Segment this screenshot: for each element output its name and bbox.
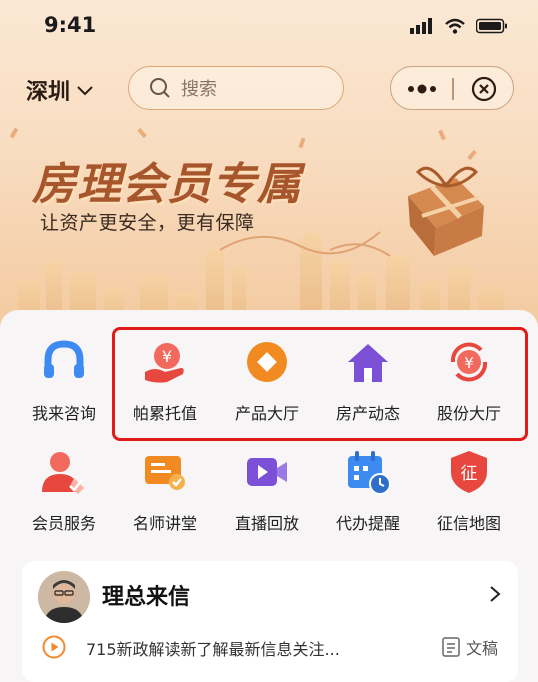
hero-banner: 9:41 深圳 搜索 房理会员专属 让资产更安全，更有保障	[0, 0, 538, 340]
menu-item-credit-map[interactable]: 征 征信地图	[419, 448, 519, 534]
menu-item-label: 征信地图	[436, 514, 501, 533]
svg-text:¥: ¥	[162, 347, 172, 366]
chevron-right-icon[interactable]	[488, 585, 502, 603]
news-row[interactable]: 715新政解读新了解最新信息关注... 文稿	[36, 633, 506, 661]
banner-title: 房理会员专属	[32, 159, 302, 210]
search-icon	[150, 78, 170, 98]
chevron-down-icon	[77, 86, 93, 96]
close-miniapp-icon[interactable]	[471, 76, 497, 102]
more-options-icon[interactable]	[405, 79, 445, 99]
status-time: 9:41	[44, 13, 97, 37]
menu-item-label: 会员服务	[31, 514, 96, 533]
wifi-icon	[445, 18, 465, 34]
letter-card[interactable]: 理总来信 715新政解读新了解最新信息关注... 文稿	[22, 561, 518, 682]
search-placeholder: 搜索	[181, 79, 217, 100]
menu-item-label: 名师讲堂	[132, 514, 197, 533]
battery-icon	[476, 18, 507, 34]
headset-icon	[44, 340, 84, 378]
svg-text:征: 征	[461, 464, 478, 484]
banner-subtitle: 让资产更安全，更有保障	[40, 212, 255, 234]
menu-item-label: 帕累托值	[132, 404, 197, 423]
letter-title: 理总来信	[102, 585, 191, 610]
menu-item-consult[interactable]: 我来咨询	[14, 338, 114, 424]
menu-item-label: 产品大厅	[234, 404, 299, 423]
menu-item-label: 股份大厅	[436, 404, 501, 423]
member-icon	[42, 452, 84, 494]
search-input[interactable]: 搜索	[128, 66, 344, 110]
coin-hand-icon: ¥	[145, 343, 184, 383]
menu-item-products[interactable]: 产品大厅	[217, 338, 317, 424]
svg-text:¥: ¥	[464, 354, 474, 372]
menu-item-label: 代办提醒	[335, 514, 400, 533]
doc-label: 文稿	[465, 639, 498, 658]
yen-refresh-icon: ¥	[450, 342, 488, 382]
video-icon	[247, 458, 287, 486]
miniapp-capsule	[390, 66, 514, 110]
status-bar: 9:41	[0, 12, 538, 42]
menu-item-replay[interactable]: 直播回放	[217, 448, 317, 534]
diamond-icon	[247, 342, 287, 382]
lecture-icon	[145, 456, 185, 490]
menu-item-pareto[interactable]: ¥ 帕累托值	[115, 338, 215, 424]
play-icon[interactable]	[42, 635, 66, 659]
menu-item-property-news[interactable]: 房产动态	[318, 338, 418, 424]
city-selector[interactable]: 深圳	[26, 74, 94, 106]
signal-icon	[410, 18, 432, 34]
credit-shield-icon: 征	[451, 451, 487, 493]
menu-item-shares[interactable]: ¥ 股份大厅	[419, 338, 519, 424]
document-icon	[442, 637, 460, 657]
doc-button[interactable]: 文稿	[442, 635, 498, 659]
avatar	[38, 571, 90, 623]
menu-item-label: 房产动态	[335, 404, 400, 423]
gift-box-illustration	[408, 166, 484, 256]
news-text: 715新政解读新了解最新信息关注...	[86, 640, 340, 659]
menu-item-lecture[interactable]: 名师讲堂	[115, 448, 215, 534]
menu-item-label: 我来咨询	[31, 404, 96, 423]
calendar-clock-icon	[348, 451, 391, 495]
top-bar: 深圳 搜索	[0, 66, 538, 112]
capsule-divider	[452, 78, 454, 100]
menu-item-member-service[interactable]: 会员服务	[14, 448, 114, 534]
menu-item-reminder[interactable]: 代办提醒	[318, 448, 418, 534]
house-icon	[348, 344, 388, 382]
city-label: 深圳	[26, 80, 71, 105]
menu-item-label: 直播回放	[234, 514, 299, 533]
